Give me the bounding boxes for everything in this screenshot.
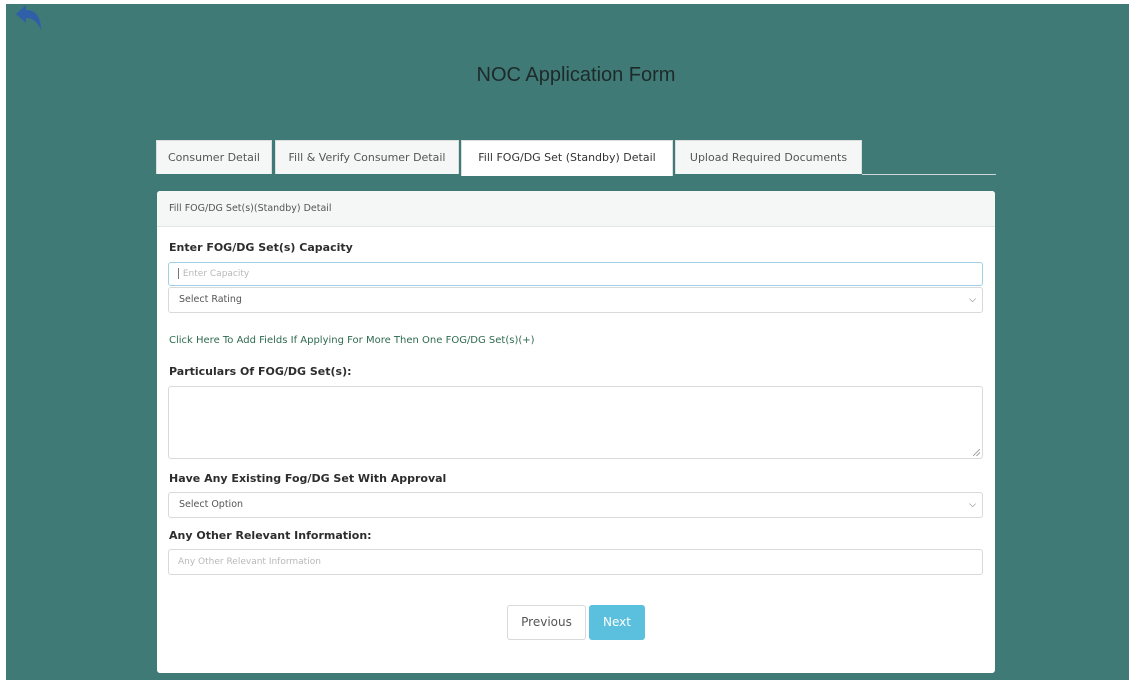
- previous-button[interactable]: Previous: [507, 605, 586, 640]
- resize-handle-icon[interactable]: [973, 449, 980, 456]
- other-info-placeholder: Any Other Relevant Information: [178, 557, 321, 567]
- panel-header: Fill FOG/DG Set(s)(Standby) Detail: [157, 191, 995, 227]
- capacity-placeholder: Enter Capacity: [182, 269, 250, 279]
- back-arrow-icon[interactable]: [14, 4, 44, 32]
- form-panel: Fill FOG/DG Set(s)(Standby) Detail Enter…: [157, 191, 995, 673]
- capacity-input[interactable]: Enter Capacity: [168, 262, 983, 286]
- rating-select-value: Select Rating: [179, 294, 242, 305]
- existing-approval-label: Have Any Existing Fog/DG Set With Approv…: [169, 472, 447, 485]
- tab-fill-fog-dg-set-detail[interactable]: Fill FOG/DG Set (Standby) Detail: [461, 140, 673, 176]
- page-title: NOC Application Form: [476, 64, 676, 86]
- existing-approval-select-value: Select Option: [179, 499, 244, 510]
- rating-select[interactable]: Select Rating ⌵: [168, 287, 983, 313]
- particulars-textarea[interactable]: [168, 386, 983, 459]
- existing-approval-select[interactable]: Select Option ⌵: [168, 492, 983, 518]
- other-info-input[interactable]: Any Other Relevant Information: [168, 549, 983, 575]
- particulars-label: Particulars Of FOG/DG Set(s):: [169, 365, 352, 378]
- tab-fill-verify-consumer-detail[interactable]: Fill & Verify Consumer Detail: [275, 140, 459, 174]
- tab-underline: [862, 174, 996, 175]
- capacity-label: Enter FOG/DG Set(s) Capacity: [169, 241, 353, 254]
- tab-upload-required-documents[interactable]: Upload Required Documents: [675, 140, 862, 174]
- chevron-down-icon: ⌵: [969, 295, 976, 305]
- add-fields-link[interactable]: Click Here To Add Fields If Applying For…: [169, 335, 535, 346]
- next-button[interactable]: Next: [589, 605, 645, 640]
- tab-consumer-detail[interactable]: Consumer Detail: [156, 140, 272, 174]
- other-info-label: Any Other Relevant Information:: [169, 529, 372, 542]
- chevron-down-icon: ⌵: [969, 500, 976, 510]
